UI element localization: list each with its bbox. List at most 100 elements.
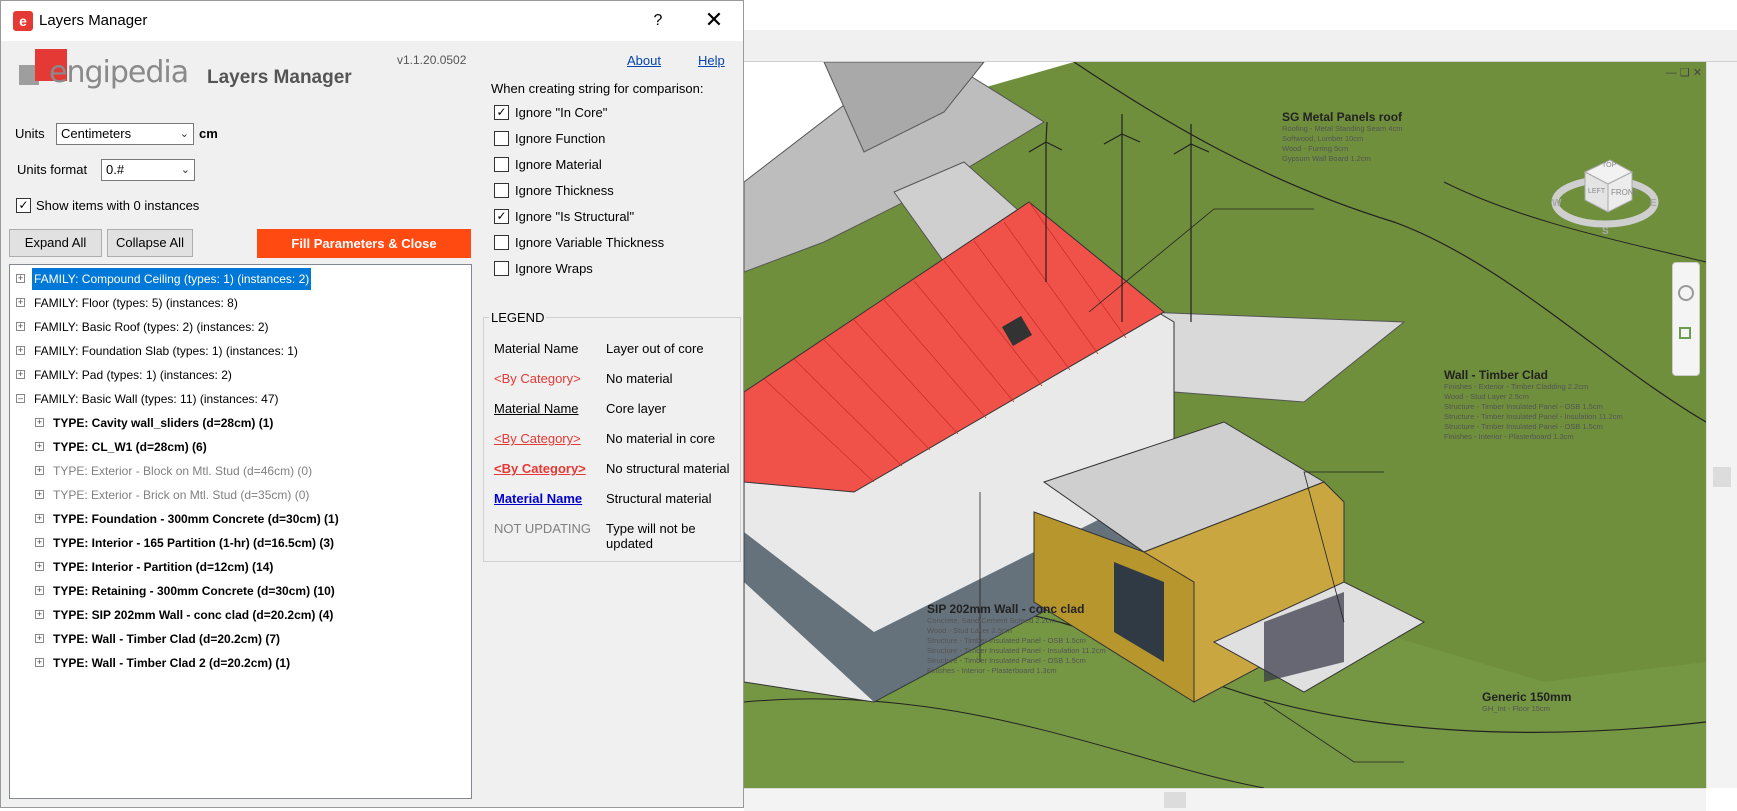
ignore-variable-thickness-checkbox[interactable] <box>494 235 509 250</box>
viewport-horizontal-scrollbar[interactable] <box>744 788 1706 811</box>
help-link[interactable]: Help <box>698 53 725 68</box>
viewcube-left: LEFT <box>1588 188 1606 195</box>
expand-icon[interactable]: + <box>16 274 25 283</box>
restore-icon[interactable]: ❑ <box>1680 67 1690 79</box>
legend-key-out-of-core: Material Name <box>494 341 579 356</box>
help-button[interactable]: ? <box>643 7 673 35</box>
show-zero-checkbox[interactable]: ✓ <box>16 198 31 213</box>
expand-icon[interactable]: + <box>35 562 44 571</box>
ignore-is-structural-checkbox[interactable]: ✓ <box>494 209 509 224</box>
show-zero-label: Show items with 0 instances <box>36 198 200 213</box>
annotation-roof: SG Metal Panels roof Roofing - Metal Sta… <box>1282 110 1403 163</box>
collapse-icon[interactable]: – <box>16 394 25 403</box>
tree-type-label: TYPE: SIP 202mm Wall - conc clad (d=20.2… <box>53 608 334 622</box>
expand-icon[interactable]: + <box>16 346 25 355</box>
logo-text: engipedia <box>49 55 189 90</box>
expand-icon[interactable]: + <box>35 634 44 643</box>
expand-icon[interactable]: + <box>35 586 44 595</box>
annotation-generic-floor: Generic 150mm GH_Int - Floor 15cm <box>1482 690 1572 713</box>
tree-family-label: FAMILY: Pad (types: 1) (instances: 2) <box>34 368 232 382</box>
viewcube-w: W <box>1552 198 1562 209</box>
window-title: Layers Manager <box>39 12 148 29</box>
expand-icon[interactable]: + <box>35 658 44 667</box>
ignore-in-core-checkbox[interactable]: ✓ <box>494 105 509 120</box>
tree-family-label: FAMILY: Basic Wall (types: 11) (instance… <box>34 392 279 406</box>
fill-parameters-close-button[interactable]: Fill Parameters & Close <box>257 229 471 258</box>
layers-tree[interactable]: + FAMILY: Compound Ceiling (types: 1) (i… <box>9 264 472 799</box>
ignore-function-label: Ignore Function <box>515 131 606 146</box>
about-link[interactable]: About <box>627 53 661 68</box>
units-format-select[interactable]: 0.# ⌄ <box>101 159 195 181</box>
expand-icon[interactable]: + <box>35 418 44 427</box>
viewport-vertical-scrollbar[interactable] <box>1706 62 1737 788</box>
legend-desc-structural: Structural material <box>606 491 712 506</box>
horizontal-scroll-thumb[interactable] <box>1164 792 1186 808</box>
zoom-icon[interactable] <box>1679 327 1691 339</box>
expand-icon[interactable]: + <box>35 610 44 619</box>
legend-key-no-structural: <By Category> <box>494 461 586 476</box>
ignore-wraps-checkbox[interactable] <box>494 261 509 276</box>
ignore-thickness-checkbox[interactable] <box>494 183 509 198</box>
tree-family-label: FAMILY: Floor (types: 5) (instances: 8) <box>34 296 238 310</box>
viewcube-e: E <box>1650 198 1657 209</box>
steering-wheel-icon[interactable] <box>1678 285 1694 301</box>
units-select[interactable]: Centimeters ⌄ <box>56 123 194 145</box>
expand-icon[interactable]: + <box>35 490 44 499</box>
navigation-bar[interactable] <box>1672 262 1700 376</box>
ignore-material-checkbox[interactable] <box>494 157 509 172</box>
3d-viewport[interactable]: SG Metal Panels roof Roofing - Metal Sta… <box>744 62 1706 788</box>
minimize-icon[interactable]: — <box>1666 67 1677 79</box>
tree-type-label: TYPE: Interior - Partition (d=12cm) (14) <box>53 560 274 574</box>
tree-type-label: TYPE: Retaining - 300mm Concrete (d=30cm… <box>53 584 335 598</box>
expand-icon[interactable]: + <box>35 514 44 523</box>
tree-type-label: TYPE: Wall - Timber Clad 2 (d=20.2cm) (1… <box>53 656 291 670</box>
tree-type-label: TYPE: Exterior - Brick on Mtl. Stud (d=3… <box>53 488 310 502</box>
legend-title: LEGEND <box>489 310 547 325</box>
vertical-scroll-thumb[interactable] <box>1713 467 1731 487</box>
legend-desc-out-of-core: Layer out of core <box>606 341 704 356</box>
legend-key-structural: Material Name <box>494 491 583 506</box>
tree-family-row[interactable]: + FAMILY: Compound Ceiling (types: 1) (i… <box>10 268 470 290</box>
legend-desc-no-structural: No structural material <box>606 461 730 476</box>
close-button[interactable]: ✕ <box>691 7 737 35</box>
viewcube-s: S <box>1602 226 1609 237</box>
legend-key-no-material: <By Category> <box>494 371 581 386</box>
tree-family-label: FAMILY: Foundation Slab (types: 1) (inst… <box>34 344 298 358</box>
expand-icon[interactable]: + <box>16 370 25 379</box>
ignore-thickness-label: Ignore Thickness <box>515 183 614 198</box>
dialog-titlebar[interactable]: e Layers Manager ? ✕ <box>1 1 743 41</box>
expand-icon[interactable]: + <box>35 466 44 475</box>
legend-key-not-updating: NOT UPDATING <box>494 521 592 536</box>
units-select-value: Centimeters <box>61 126 132 141</box>
legend-key-no-material-core: <By Category> <box>494 431 581 446</box>
close-icon[interactable]: ✕ <box>1693 67 1702 79</box>
ignore-is-structural-label: Ignore "Is Structural" <box>515 209 635 224</box>
tree-type-label: TYPE: Interior - 165 Partition (1-hr) (d… <box>53 536 335 550</box>
ignore-in-core-label: Ignore "In Core" <box>515 105 608 120</box>
chevron-down-icon: ⌄ <box>179 128 189 140</box>
viewcube-top: TOP <box>1602 162 1617 169</box>
ignore-function-checkbox[interactable] <box>494 131 509 146</box>
expand-all-button[interactable]: Expand All <box>9 229 102 257</box>
app-icon: e <box>13 11 33 31</box>
ignore-material-label: Ignore Material <box>515 157 602 172</box>
viewcube-front: FRONT <box>1611 188 1639 197</box>
ignore-wraps-label: Ignore Wraps <box>515 261 593 276</box>
viewcube[interactable]: TOP LEFT FRONT W E S <box>1550 142 1660 242</box>
legend-desc-not-updating: Type will not be updated <box>606 521 696 551</box>
collapse-all-button[interactable]: Collapse All <box>107 229 193 257</box>
units-label: Units <box>15 126 45 141</box>
legend-desc-no-material: No material <box>606 371 673 386</box>
expand-icon[interactable]: + <box>35 442 44 451</box>
tree-family-label: FAMILY: Compound Ceiling (types: 1) (ins… <box>32 268 312 290</box>
tree-type-label: TYPE: CL_W1 (d=28cm) (6) <box>53 440 207 454</box>
expand-icon[interactable]: + <box>35 538 44 547</box>
viewport-window-controls[interactable]: — ❑ ✕ <box>1666 66 1702 79</box>
expand-icon[interactable]: + <box>16 322 25 331</box>
engipedia-logo: engipedia <box>19 49 189 91</box>
units-format-value: 0.# <box>106 162 125 177</box>
comparison-title: When creating string for comparison: <box>491 81 704 96</box>
expand-icon[interactable]: + <box>16 298 25 307</box>
app-name: Layers Manager <box>207 67 352 88</box>
layers-manager-dialog: e Layers Manager ? ✕ engipedia Layers Ma… <box>0 0 744 808</box>
